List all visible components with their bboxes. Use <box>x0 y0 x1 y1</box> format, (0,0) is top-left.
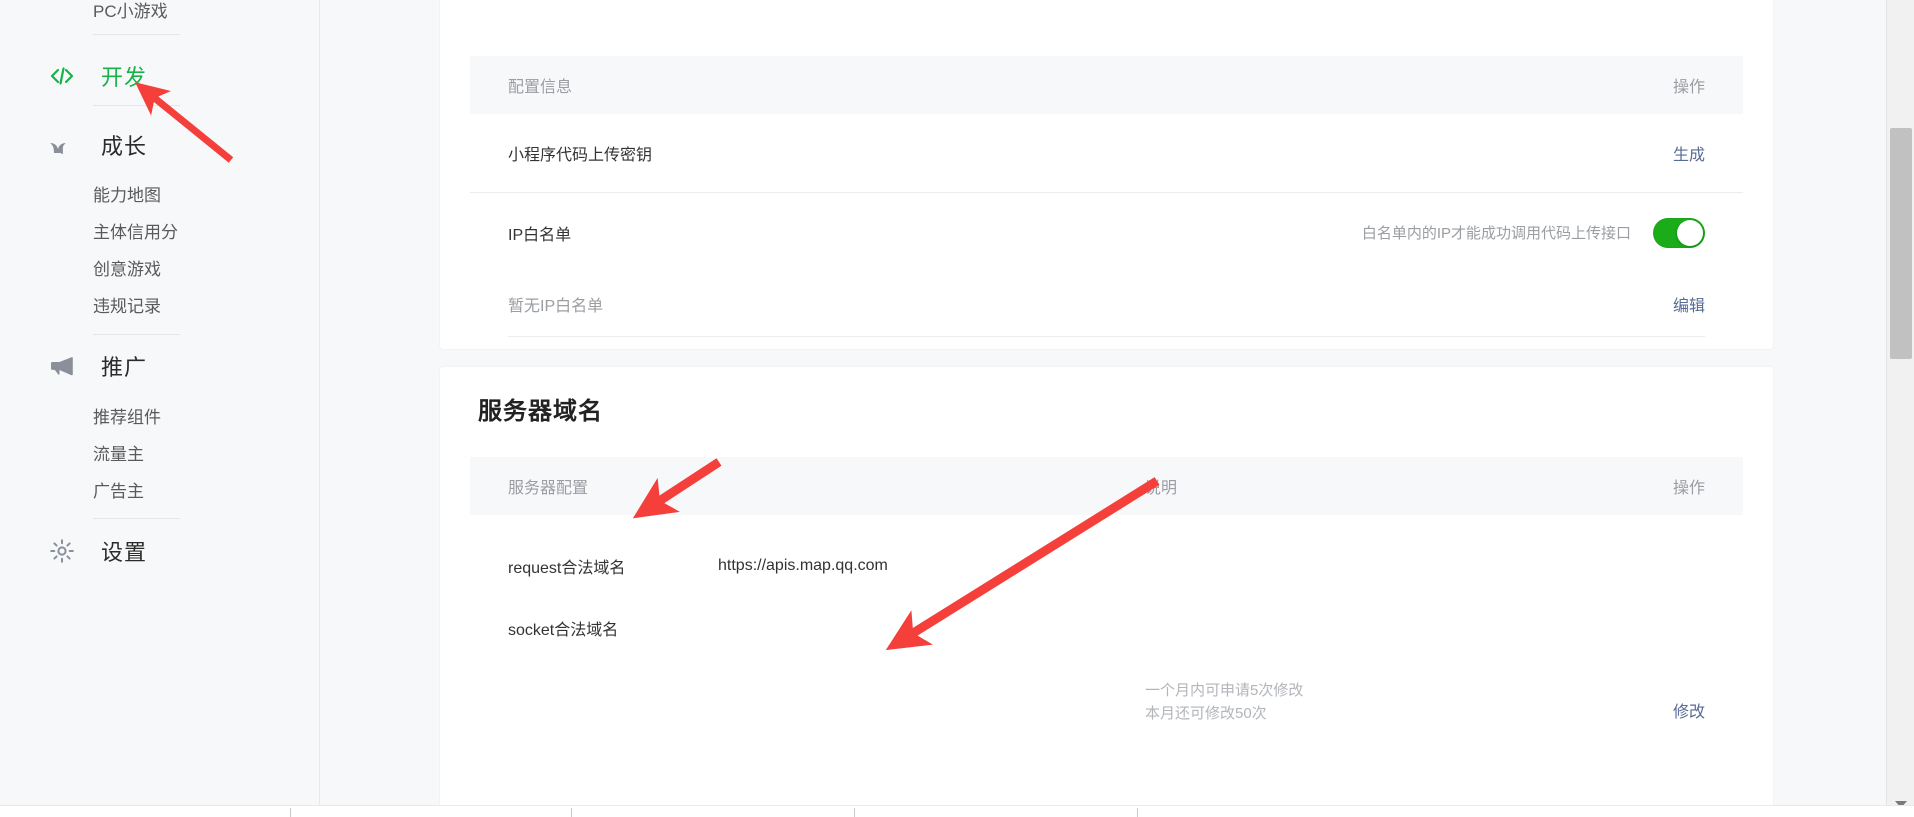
edit-ip-whitelist-link[interactable]: 编辑 <box>1673 298 1705 315</box>
bottom-edge-strip <box>0 805 1914 817</box>
quota-line-1: 一个月内可申请5次修改 <box>1145 682 1304 699</box>
table-header-row: 配置信息 操作 <box>470 56 1743 114</box>
server-domain-title: 服务器域名 <box>478 398 603 425</box>
sidebar-item-ability-map[interactable]: 能力地图 <box>0 177 161 214</box>
tick-mark <box>571 808 572 817</box>
sidebar-item-label: 违规记录 <box>93 297 161 316</box>
sidebar-item-label: 能力地图 <box>93 186 161 205</box>
sidebar-item-label: 推荐组件 <box>93 408 161 427</box>
code-upload-table: 配置信息 操作 小程序代码上传密钥 生成 IP白名单 白名单内的IP才能成功调用… <box>440 56 1773 337</box>
row-value-request-domain: https://apis.map.qq.com <box>718 556 888 574</box>
sidebar-item-growth[interactable]: 成长 <box>0 122 147 168</box>
sidebar-divider-1 <box>93 34 180 35</box>
main-content: 小程序代码上传 开发者可基于配置信息调用微信开发者工具提供的代码上传模块。查看详… <box>321 0 1886 817</box>
socket-domain-note-row: 一个月内可申请5次修改 本月还可修改50次 修改 <box>470 680 1743 750</box>
server-domain-card-header: 服务器域名 <box>440 367 1773 457</box>
table-row: socket合法域名 <box>470 616 1743 680</box>
sidebar-item-label: 成长 <box>101 134 148 159</box>
table-header-row: 服务器配置 说明 操作 <box>470 457 1743 515</box>
sidebar-item-settings[interactable]: 设置 <box>0 528 147 574</box>
tick-mark <box>1137 808 1138 817</box>
sidebar-item-develop[interactable]: 开发 <box>0 53 147 99</box>
code-upload-card: 小程序代码上传 开发者可基于配置信息调用微信开发者工具提供的代码上传模块。查看详… <box>440 0 1773 349</box>
modify-socket-domain-link[interactable]: 修改 <box>1673 704 1705 721</box>
generate-key-link[interactable]: 生成 <box>1673 147 1705 164</box>
sidebar-item-pc-minigame[interactable]: PC小游戏 <box>0 3 168 20</box>
code-icon <box>47 61 77 91</box>
app-root: PC小游戏 开发 成长 能力地图 主体信用分 创意游戏 违规记录 推广 推荐组件… <box>0 0 1914 817</box>
sidebar-divider-4 <box>93 518 180 519</box>
sidebar-item-label: 推广 <box>101 355 148 380</box>
sidebar-item-credit-score[interactable]: 主体信用分 <box>0 214 178 251</box>
column-header-action: 操作 <box>1672 480 1705 497</box>
megaphone-icon <box>47 351 77 381</box>
sidebar-item-label: 设置 <box>101 540 148 565</box>
vertical-scroll-thumb[interactable] <box>1890 128 1912 359</box>
quota-line-2: 本月还可修改50次 <box>1145 704 1267 722</box>
sidebar-item-advertiser[interactable]: 广告主 <box>0 473 144 510</box>
table-row: 小程序代码上传密钥 生成 <box>470 114 1743 193</box>
code-upload-card-header: 小程序代码上传 开发者可基于配置信息调用微信开发者工具提供的代码上传模块。查看详… <box>440 0 1773 56</box>
sidebar-item-violation-record[interactable]: 违规记录 <box>0 288 161 325</box>
sidebar-item-traffic-owner[interactable]: 流量主 <box>0 436 144 473</box>
sidebar-item-label: 创意游戏 <box>93 260 161 279</box>
tick-mark <box>854 808 855 817</box>
sprout-icon <box>47 130 77 160</box>
toggle-knob <box>1677 219 1703 246</box>
ip-whitelist-toggle[interactable] <box>1653 217 1705 248</box>
column-header-desc: 说明 <box>1145 480 1178 497</box>
column-header-config: 配置信息 <box>508 79 573 96</box>
ip-whitelist-empty-row: 暂无IP白名单 编辑 <box>470 272 1743 336</box>
sidebar-item-label: 主体信用分 <box>93 223 178 242</box>
sidebar-item-label: PC小游戏 <box>93 2 168 21</box>
column-header-action: 操作 <box>1672 79 1705 96</box>
column-header-server-config: 服务器配置 <box>508 480 589 497</box>
ip-whitelist-toggle-wrap: 白名单内的IP才能成功调用代码上传接口 <box>1185 217 1705 248</box>
vertical-scrollbar[interactable] <box>1886 0 1914 817</box>
table-row: request合法域名 https://apis.map.qq.com <box>470 515 1743 616</box>
row-label-ip-whitelist: IP白名单 <box>508 226 572 244</box>
ip-whitelist-toggle-note: 白名单内的IP才能成功调用代码上传接口 <box>1361 225 1631 242</box>
modification-quota-note: 一个月内可申请5次修改 本月还可修改50次 <box>1145 680 1575 725</box>
sidebar: PC小游戏 开发 成长 能力地图 主体信用分 创意游戏 违规记录 推广 推荐组件… <box>0 0 320 817</box>
sidebar-item-label: 广告主 <box>93 482 144 501</box>
table-row: IP白名单 白名单内的IP才能成功调用代码上传接口 <box>470 193 1743 272</box>
sidebar-item-label: 开发 <box>101 65 148 90</box>
gear-icon <box>47 536 77 566</box>
table-bottom-divider <box>508 336 1705 337</box>
row-label-upload-key: 小程序代码上传密钥 <box>508 147 653 164</box>
row-label-request-domain: request合法域名 <box>508 559 626 577</box>
sidebar-item-recommend-component[interactable]: 推荐组件 <box>0 399 161 436</box>
sidebar-item-creative-game[interactable]: 创意游戏 <box>0 251 161 288</box>
sidebar-divider-3 <box>93 334 180 335</box>
tick-mark <box>290 808 291 817</box>
ip-whitelist-empty-text: 暂无IP白名单 <box>508 298 604 315</box>
sidebar-item-promotion[interactable]: 推广 <box>0 343 147 389</box>
sidebar-divider-2 <box>93 105 180 106</box>
sidebar-item-label: 流量主 <box>93 445 144 464</box>
row-label-socket-domain: socket合法域名 <box>508 622 619 639</box>
server-domain-table: 服务器配置 说明 操作 request合法域名 https://apis.map… <box>440 457 1773 750</box>
server-domain-card: 服务器域名 服务器配置 说明 操作 request合法域名 https://ap… <box>440 367 1773 817</box>
